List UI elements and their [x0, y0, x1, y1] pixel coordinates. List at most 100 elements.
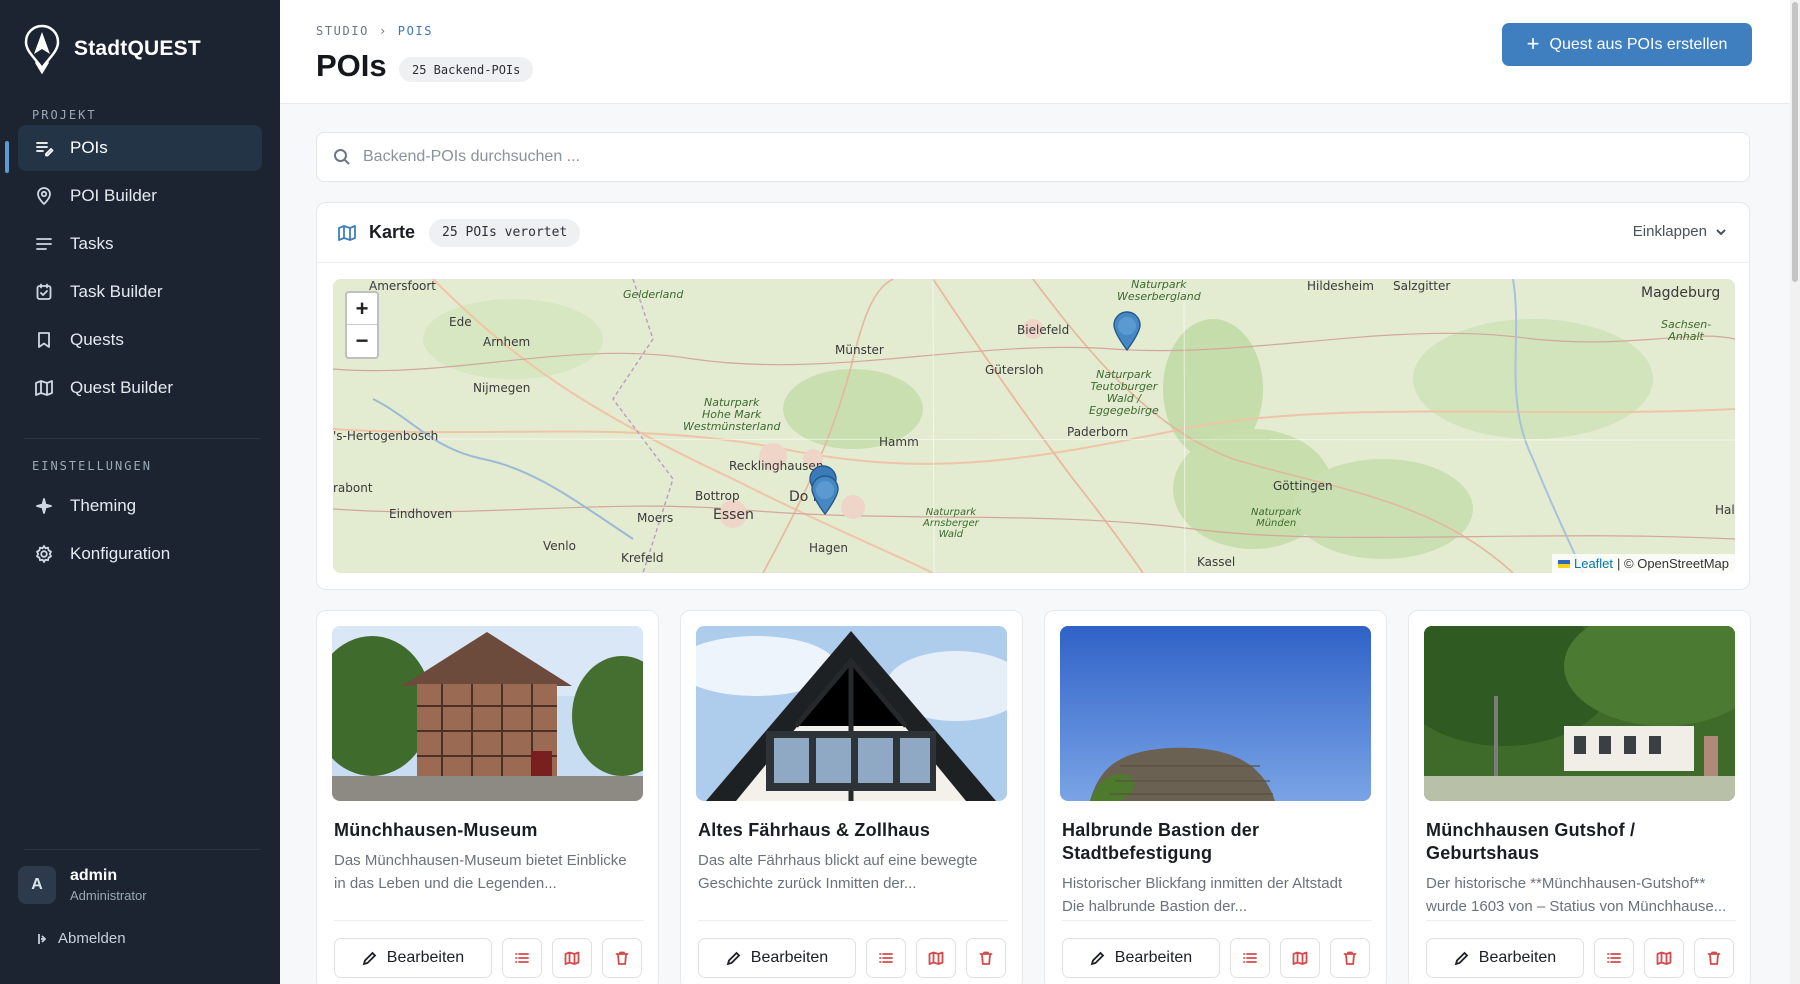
poi-marker[interactable] — [1112, 311, 1142, 351]
pencil-icon — [726, 951, 741, 965]
poi-description: Das alte Fährhaus blickt auf eine bewegt… — [698, 852, 978, 892]
breadcrumb: STUDIO › POIS — [316, 24, 433, 38]
poi-title: Münchhausen Gutshof / Geburtshaus — [1426, 820, 1636, 863]
search-input[interactable] — [363, 148, 1663, 166]
map-label-paderborn: Paderborn — [1067, 425, 1129, 439]
collapse-map-button[interactable]: Einklappen — [1633, 223, 1727, 240]
logout-icon — [38, 933, 47, 944]
sidebar-item-label: Quest Builder — [70, 378, 173, 397]
poi-actions: Bearbeiten — [1062, 938, 1370, 978]
section-label-projekt: PROJEKT — [32, 108, 97, 122]
sidebar-item-label: POI Builder — [70, 186, 157, 205]
edit-button[interactable]: Bearbeiten — [1426, 938, 1584, 978]
active-indicator — [5, 141, 9, 173]
poi-actions: Bearbeiten — [1426, 938, 1734, 978]
list-icon — [879, 953, 893, 963]
delete-button[interactable] — [966, 938, 1006, 978]
delete-button[interactable] — [1694, 938, 1734, 978]
page-scrollbar[interactable] — [1790, 0, 1800, 984]
poi-card[interactable]: Altes Fährhaus & Zollhaus Das alte Fährh… — [680, 610, 1023, 984]
show-on-map-button[interactable] — [1644, 938, 1684, 978]
sidebar-item-task-builder[interactable]: Task Builder — [18, 269, 262, 315]
map-label-park-weserbergland: Naturpark Weserbergland — [1117, 279, 1201, 304]
poi-title: Altes Fährhaus & Zollhaus — [698, 820, 931, 840]
logout-button[interactable]: Abmelden — [34, 930, 126, 947]
poi-image — [1424, 626, 1735, 801]
brand[interactable]: StadtQUEST — [22, 24, 201, 74]
edit-label: Bearbeiten — [386, 949, 465, 966]
user-role: Administrator — [70, 888, 147, 903]
poi-count-badge: 25 Backend-POIs — [399, 57, 534, 82]
zoom-out-button[interactable]: − — [347, 325, 377, 357]
avatar: A — [18, 866, 56, 904]
sidebar: StadtQUEST PROJEKT POIs POI Builder Task… — [0, 0, 280, 984]
tasks-button[interactable] — [1594, 938, 1634, 978]
sidebar-item-label: Tasks — [70, 234, 114, 253]
poi-card[interactable]: Halbrunde Bastion der Stadtbefestigung H… — [1044, 610, 1387, 984]
breadcrumb-studio[interactable]: STUDIO — [316, 24, 369, 38]
user-name: admin — [70, 867, 118, 884]
poi-description: Das Münchhausen-Museum bietet Einblicke … — [334, 852, 627, 892]
page-title: POIs — [316, 48, 387, 83]
gear-icon — [34, 544, 54, 564]
chevron-down-icon — [1716, 228, 1726, 235]
sparkle-icon — [34, 496, 54, 516]
tasks-button[interactable] — [1230, 938, 1270, 978]
delete-button[interactable] — [602, 938, 642, 978]
logout-label: Abmelden — [58, 930, 126, 947]
map-label-bielefeld: Bielefeld — [1017, 323, 1070, 337]
bookmark-icon — [34, 330, 54, 350]
edit-label: Bearbeiten — [1114, 949, 1193, 966]
tasks-button[interactable] — [866, 938, 906, 978]
create-quest-label: Quest aus POIs erstellen — [1549, 35, 1728, 53]
card-divider — [698, 920, 1008, 921]
zoom-control: + − — [345, 291, 379, 359]
trash-icon — [1343, 951, 1357, 965]
map-label-muenster: Münster — [835, 343, 884, 357]
map-label-park-hohe-mark: Naturpark Hohe Mark Westmünsterland — [683, 396, 781, 434]
trash-icon — [979, 951, 993, 965]
card-divider — [1426, 920, 1736, 921]
leaflet-link[interactable]: Leaflet — [1574, 556, 1613, 571]
poi-image — [332, 626, 643, 801]
sidebar-item-pois[interactable]: POIs — [18, 125, 262, 171]
poi-map[interactable]: Gelderland Amersfoort Ede Arnhem Nijmege… — [333, 279, 1735, 573]
map-icon — [1292, 951, 1308, 965]
user-block[interactable]: A admin Administrator — [18, 866, 147, 904]
poi-card[interactable]: Münchhausen Gutshof / Geburtshaus Der hi… — [1408, 610, 1751, 984]
poi-description: Historischer Blickfang inmitten der Alts… — [1062, 875, 1343, 915]
show-on-map-button[interactable] — [1280, 938, 1320, 978]
create-quest-button[interactable]: + Quest aus POIs erstellen — [1502, 23, 1752, 66]
list-icon — [1607, 953, 1621, 963]
show-on-map-button[interactable] — [552, 938, 592, 978]
poi-card[interactable]: Münchhausen-Museum Das Münchhausen-Museu… — [316, 610, 659, 984]
sidebar-item-quests[interactable]: Quests — [18, 317, 262, 363]
edit-button[interactable]: Bearbeiten — [1062, 938, 1220, 978]
tasks-button[interactable] — [502, 938, 542, 978]
zoom-in-button[interactable]: + — [347, 293, 377, 325]
edit-button[interactable]: Bearbeiten — [334, 938, 492, 978]
sidebar-item-label: Theming — [70, 496, 137, 515]
list-icon — [1243, 953, 1257, 963]
map-label-bottrop: Bottrop — [695, 489, 740, 503]
search-icon — [334, 149, 350, 165]
map-label-nijmegen: Nijmegen — [473, 381, 531, 395]
sidebar-divider — [24, 849, 260, 850]
map-attribution: Leaflet | © OpenStreetMap — [1551, 554, 1735, 573]
delete-button[interactable] — [1330, 938, 1370, 978]
scrollbar-thumb[interactable] — [1792, 2, 1798, 282]
map-icon — [564, 951, 580, 965]
sidebar-item-tasks[interactable]: Tasks — [18, 221, 262, 267]
sidebar-item-quest-builder[interactable]: Quest Builder — [18, 365, 262, 411]
poi-marker[interactable] — [810, 475, 840, 515]
sidebar-item-theming[interactable]: Theming — [18, 483, 262, 529]
breadcrumb-pois: POIS — [397, 24, 434, 38]
show-on-map-button[interactable] — [916, 938, 956, 978]
map-label-hamm: Hamm — [879, 435, 919, 449]
map-label-amersfoort: Amersfoort — [369, 279, 437, 293]
map-card: Karte 25 POIs verortet Einklappen Gelder… — [316, 202, 1750, 590]
edit-button[interactable]: Bearbeiten — [698, 938, 856, 978]
sidebar-item-poi-builder[interactable]: POI Builder — [18, 173, 262, 219]
sidebar-item-konfiguration[interactable]: Konfiguration — [18, 531, 262, 577]
sidebar-item-label: POIs — [70, 138, 108, 157]
